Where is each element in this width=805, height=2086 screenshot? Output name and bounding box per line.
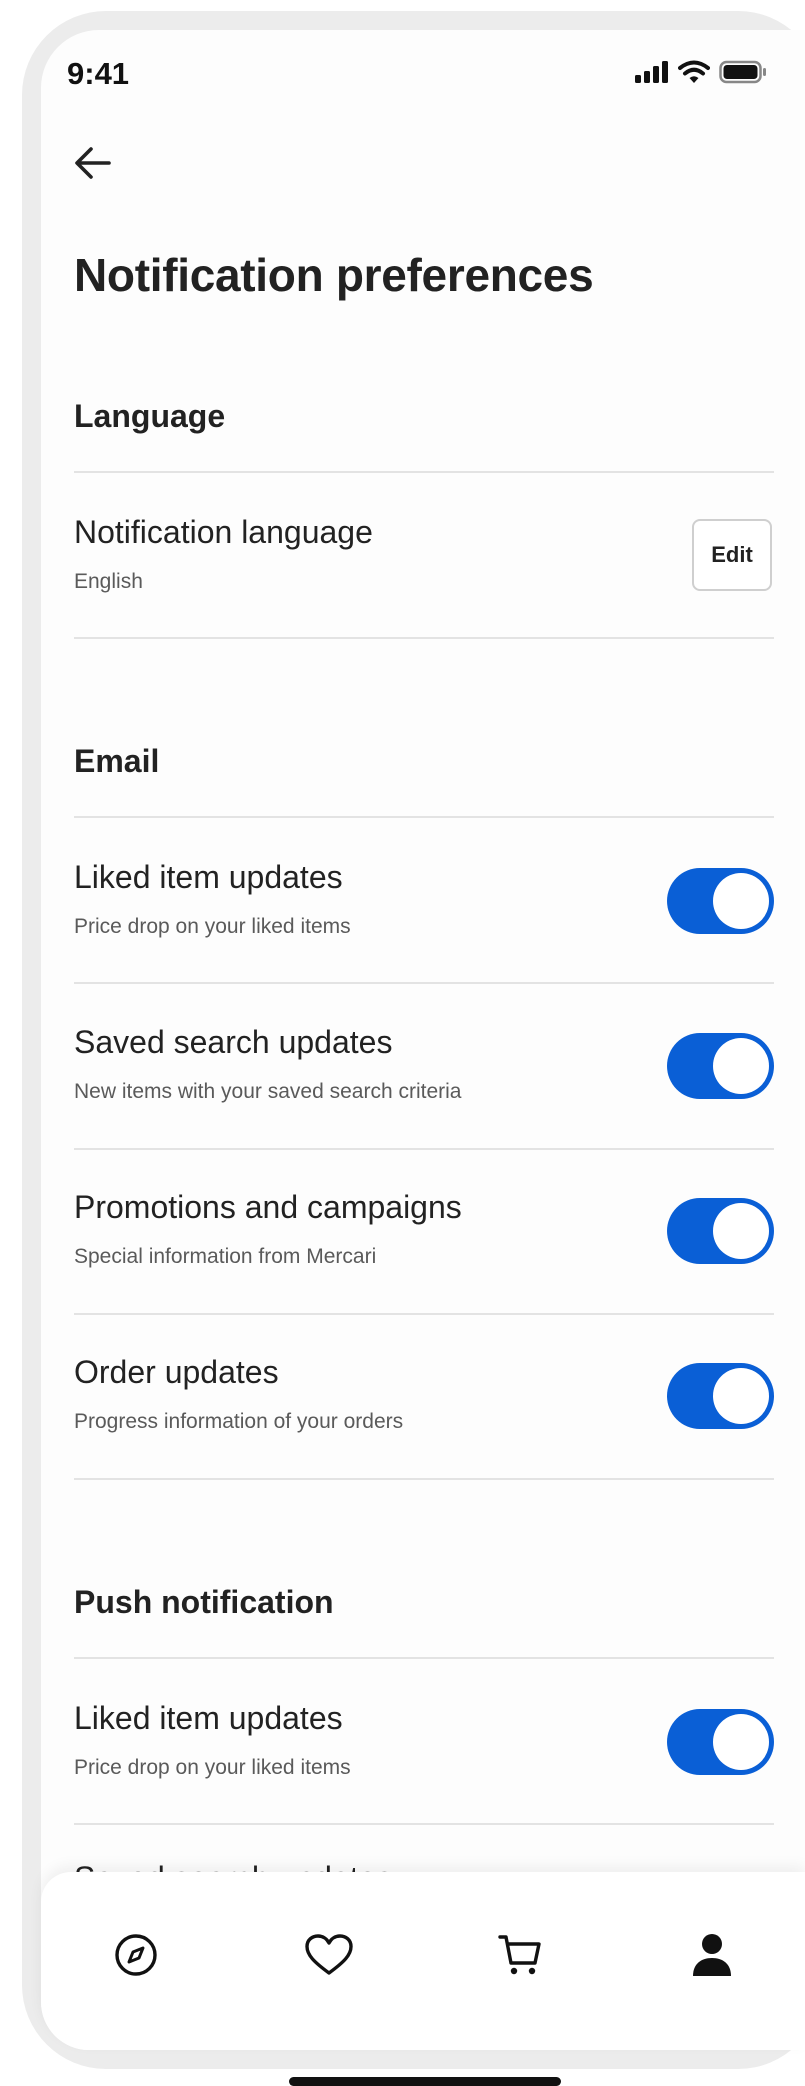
nav-explore[interactable] bbox=[106, 1925, 166, 1985]
battery-icon bbox=[719, 60, 766, 84]
nav-profile[interactable] bbox=[682, 1925, 742, 1985]
status-icons bbox=[635, 60, 767, 84]
divider bbox=[74, 637, 774, 639]
toggle-knob bbox=[713, 1714, 769, 1770]
email-promotions-toggle[interactable] bbox=[667, 1198, 774, 1264]
divider bbox=[74, 471, 774, 473]
signal-icon bbox=[635, 61, 668, 83]
status-time: 9:41 bbox=[67, 56, 130, 91]
section-title-email: Email bbox=[74, 743, 160, 779]
cart-icon bbox=[498, 1935, 541, 1975]
email-liked-item-title: Liked item updates bbox=[74, 859, 343, 895]
divider bbox=[74, 1478, 774, 1480]
toggle-knob bbox=[713, 873, 769, 929]
arrow-left-icon bbox=[75, 147, 111, 179]
toggle-knob bbox=[713, 1203, 769, 1259]
section-title-language: Language bbox=[74, 398, 226, 434]
email-liked-item-subtitle: Price drop on your liked items bbox=[74, 915, 351, 938]
compass-icon bbox=[115, 1934, 157, 1976]
home-indicator bbox=[289, 2077, 561, 2086]
heart-icon bbox=[305, 1934, 353, 1975]
wifi-icon bbox=[678, 60, 710, 83]
section-title-push: Push notification bbox=[74, 1584, 334, 1620]
profile-icon bbox=[693, 1934, 731, 1976]
divider bbox=[74, 816, 774, 818]
email-order-updates-toggle[interactable] bbox=[667, 1363, 774, 1429]
page-title: Notification preferences bbox=[74, 249, 594, 301]
email-promotions-title: Promotions and campaigns bbox=[74, 1189, 462, 1225]
email-saved-search-subtitle: New items with your saved search criteri… bbox=[74, 1080, 462, 1103]
push-liked-item-title: Liked item updates bbox=[74, 1700, 343, 1736]
email-liked-item-toggle[interactable] bbox=[667, 868, 774, 934]
edit-language-button[interactable]: Edit bbox=[692, 519, 772, 591]
divider bbox=[74, 1823, 774, 1825]
divider bbox=[74, 1313, 774, 1315]
divider bbox=[74, 1657, 774, 1659]
notification-language-value: English bbox=[74, 570, 143, 593]
email-promotions-subtitle: Special information from Mercari bbox=[74, 1245, 377, 1268]
divider bbox=[74, 982, 774, 984]
push-liked-item-subtitle: Price drop on your liked items bbox=[74, 1756, 351, 1779]
email-saved-search-title: Saved search updates bbox=[74, 1024, 393, 1060]
push-liked-item-toggle[interactable] bbox=[667, 1709, 774, 1775]
email-order-updates-subtitle: Progress information of your orders bbox=[74, 1410, 404, 1433]
nav-cart[interactable] bbox=[490, 1925, 550, 1985]
divider bbox=[74, 1148, 774, 1150]
back-button[interactable] bbox=[65, 138, 121, 188]
email-order-updates-title: Order updates bbox=[74, 1354, 279, 1390]
nav-likes[interactable] bbox=[299, 1925, 359, 1985]
notification-language-title: Notification language bbox=[74, 514, 373, 550]
email-saved-search-toggle[interactable] bbox=[667, 1033, 774, 1099]
toggle-knob bbox=[713, 1038, 769, 1094]
toggle-knob bbox=[713, 1368, 769, 1424]
